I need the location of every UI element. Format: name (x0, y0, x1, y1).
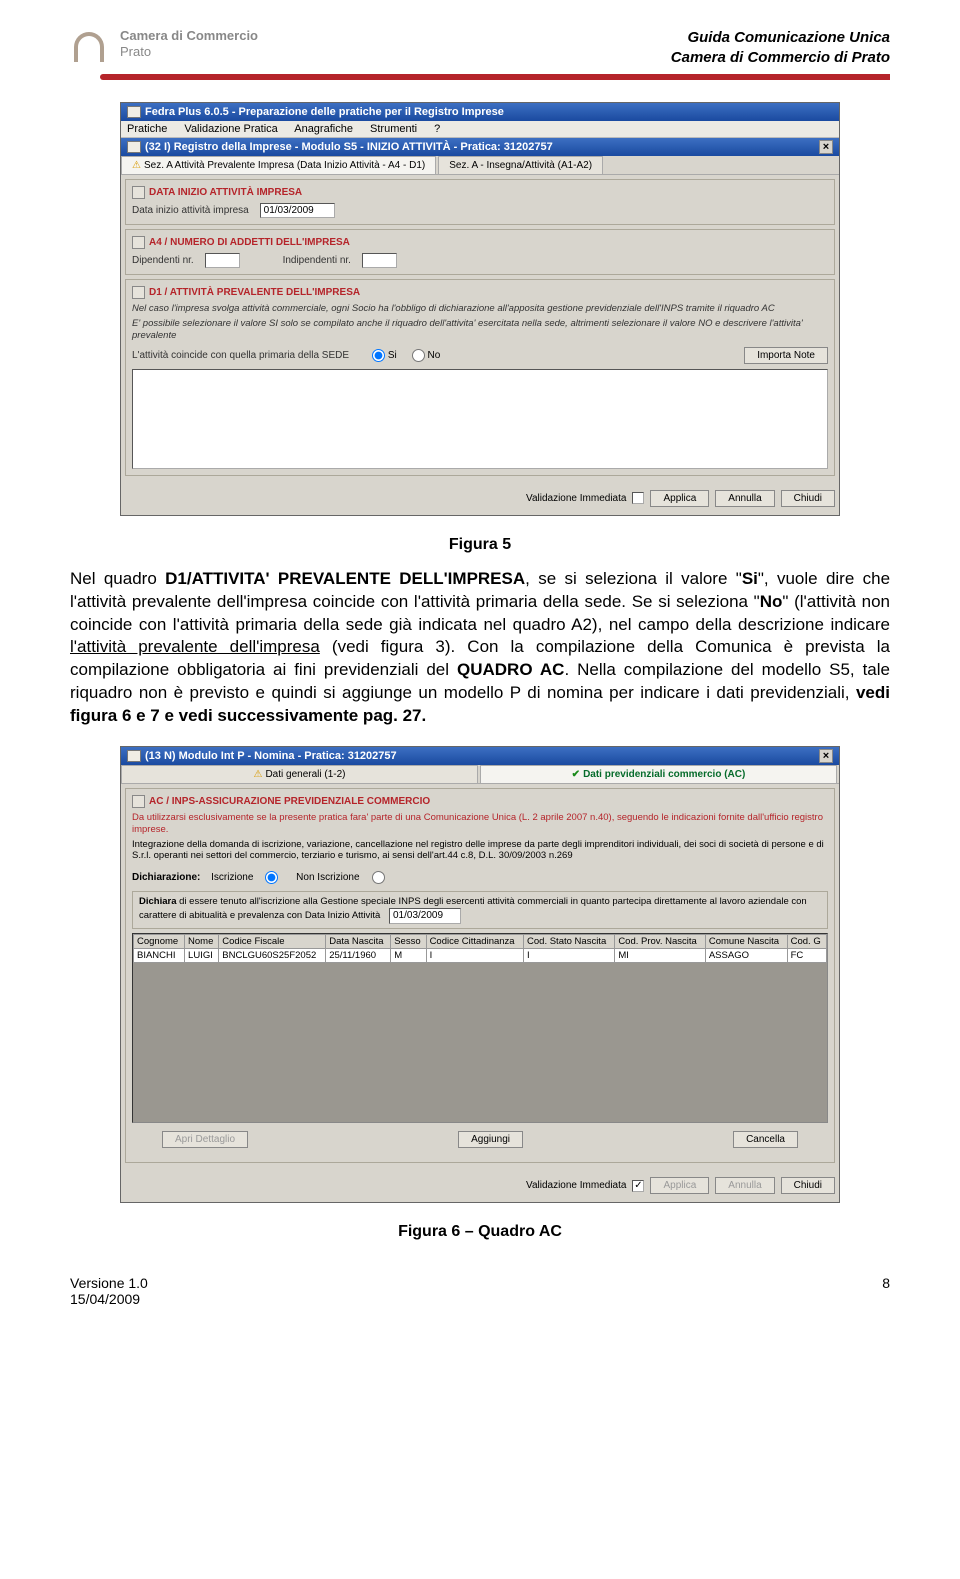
sub-window-title: (32 I) Registro della Imprese - Modulo S… (121, 138, 839, 156)
tab-sez-a-insegna[interactable]: Sez. A - Insegna/Attività (A1-A2) (438, 156, 603, 174)
header-right-line1: Guida Comunicazione Unica (671, 28, 890, 48)
header-underline (100, 74, 890, 80)
cancella-button[interactable]: Cancella (733, 1131, 798, 1148)
table-header-row: Cognome Nome Codice Fiscale Data Nascita… (134, 935, 827, 949)
pin-icon[interactable] (132, 795, 145, 808)
logo-arch-icon (70, 28, 110, 74)
applica-button[interactable]: Applica (650, 490, 709, 507)
label-dichiarazione: Dichiarazione: (132, 872, 200, 883)
label-indipendenti: Indipendenti nr. (283, 255, 351, 266)
label-non-iscrizione: Non Iscrizione (296, 872, 359, 883)
close-icon[interactable]: × (819, 749, 833, 763)
sub-title-text: (32 I) Registro della Imprese - Modulo S… (145, 141, 553, 153)
panel-title: AC / INPS-ASSICURAZIONE PREVIDENZIALE CO… (149, 796, 430, 807)
caption-figura-5: Figura 5 (70, 536, 890, 554)
note-inps: Nel caso l'impresa svolga attività comme… (132, 303, 828, 315)
menu-pratiche[interactable]: Pratiche (127, 123, 167, 135)
checkbox-validazione[interactable]: ✓ (632, 1180, 644, 1192)
menu-validazione[interactable]: Validazione Pratica (184, 123, 277, 135)
label-iscrizione: Iscrizione (211, 872, 253, 883)
panel-addetti: A4 / NUMERO DI ADDETTI DELL'IMPRESA Dipe… (125, 229, 835, 275)
label-data-inizio: Data inizio attività impresa (132, 205, 249, 216)
caption-figura-6: Figura 6 – Quadro AC (70, 1223, 890, 1241)
chiudi-button[interactable]: Chiudi (781, 490, 835, 507)
black-note: Integrazione della domanda di iscrizione… (132, 839, 828, 862)
screenshot-figura-5: Fedra Plus 6.0.5 - Preparazione delle pr… (120, 102, 840, 516)
logo-line2: Prato (120, 44, 258, 60)
menu-bar: Pratiche Validazione Pratica Anagrafiche… (121, 121, 839, 138)
text-dichiara: di essere tenuto all'iscrizione alla Ges… (139, 896, 807, 921)
tab-dati-previdenziali[interactable]: Dati previdenziali commercio (AC) (480, 765, 837, 783)
label-no: No (428, 350, 441, 361)
doc-icon (127, 750, 141, 762)
input-dipendenti[interactable] (205, 253, 240, 268)
bottom-bar: Validazione Immediata Applica Annulla Ch… (121, 484, 839, 515)
data-grid[interactable]: Cognome Nome Codice Fiscale Data Nascita… (132, 933, 828, 1123)
pin-icon[interactable] (132, 286, 145, 299)
header-right: Guida Comunicazione Unica Camera di Comm… (671, 28, 890, 67)
table-row[interactable]: BIANCHI LUIGI BNCLGU60S25F2052 25/11/196… (134, 949, 827, 963)
coincide-prompt: L'attività coincide con quella primaria … (132, 350, 349, 361)
radio-no[interactable] (412, 349, 425, 362)
applica-button[interactable]: Applica (650, 1177, 709, 1194)
note-si-no: E' possibile selezionare il valore SI so… (132, 318, 828, 342)
page-footer: Versione 1.0 15/04/2009 8 (70, 1255, 890, 1307)
radio-non-iscrizione[interactable] (372, 871, 385, 884)
descrizione-textarea[interactable] (132, 369, 828, 469)
chiudi-button[interactable]: Chiudi (781, 1177, 835, 1194)
panel-ac-inps: AC / INPS-ASSICURAZIONE PREVIDENZIALE CO… (125, 788, 835, 1163)
page-header: Camera di Commercio Prato Guida Comunica… (70, 28, 890, 74)
tab-strip: Dati generali (1-2) Dati previdenziali c… (121, 765, 839, 784)
importa-note-button[interactable]: Importa Note (744, 347, 828, 364)
title-text: Fedra Plus 6.0.5 - Preparazione delle pr… (145, 106, 504, 118)
panel-title: DATA INIZIO ATTIVITÀ IMPRESA (149, 187, 302, 198)
input-indipendenti[interactable] (362, 253, 397, 268)
annulla-button[interactable]: Annulla (715, 490, 774, 507)
menu-strumenti[interactable]: Strumenti (370, 123, 417, 135)
input-data-inizio-attivita[interactable]: 01/03/2009 (389, 908, 461, 925)
panel-title: D1 / ATTIVITÀ PREVALENTE DELL'IMPRESA (149, 287, 360, 298)
tab-dati-generali[interactable]: Dati generali (1-2) (121, 765, 478, 783)
pin-icon[interactable] (132, 186, 145, 199)
apri-dettaglio-button[interactable]: Apri Dettaglio (162, 1131, 248, 1148)
footer-version: Versione 1.0 (70, 1275, 148, 1291)
annulla-button[interactable]: Annulla (715, 1177, 774, 1194)
red-note: Da utilizzarsi esclusivamente se la pres… (132, 812, 828, 835)
menu-anagrafiche[interactable]: Anagrafiche (294, 123, 353, 135)
logo: Camera di Commercio Prato (70, 28, 258, 74)
label-si: Si (388, 350, 397, 361)
checkbox-validazione[interactable] (632, 492, 644, 504)
close-icon[interactable]: × (819, 140, 833, 154)
input-data-inizio[interactable]: 01/03/2009 (260, 203, 335, 218)
tab-strip: Sez. A Attività Prevalente Impresa (Data… (121, 156, 839, 175)
bottom-bar: Validazione Immediata ✓ Applica Annulla … (121, 1171, 839, 1202)
body-paragraph: Nel quadro D1/ATTIVITA' PREVALENTE DELL'… (70, 568, 890, 729)
screenshot-figura-6: (13 N) Modulo Int P - Nomina - Pratica: … (120, 746, 840, 1203)
label-validazione: Validazione Immediata (526, 1180, 626, 1191)
window-title: Fedra Plus 6.0.5 - Preparazione delle pr… (121, 103, 839, 121)
tab-sez-a-prevalente[interactable]: Sez. A Attività Prevalente Impresa (Data… (121, 156, 436, 174)
panel-d1-attivita: D1 / ATTIVITÀ PREVALENTE DELL'IMPRESA Ne… (125, 279, 835, 476)
label-dichiara: Dichiara (139, 896, 177, 907)
panel-data-inizio: DATA INIZIO ATTIVITÀ IMPRESA Data inizio… (125, 179, 835, 225)
radio-si[interactable] (372, 349, 385, 362)
menu-help[interactable]: ? (434, 123, 440, 135)
label-validazione: Validazione Immediata (526, 493, 626, 504)
header-right-line2: Camera di Commercio di Prato (671, 48, 890, 68)
pin-icon[interactable] (132, 236, 145, 249)
panel-title: A4 / NUMERO DI ADDETTI DELL'IMPRESA (149, 237, 350, 248)
label-dipendenti: Dipendenti nr. (132, 255, 194, 266)
sub-title-text: (13 N) Modulo Int P - Nomina - Pratica: … (145, 750, 397, 762)
aggiungi-button[interactable]: Aggiungi (458, 1131, 523, 1148)
logo-line1: Camera di Commercio (120, 28, 258, 44)
footer-page: 8 (882, 1275, 890, 1307)
doc-icon (127, 141, 141, 153)
radio-iscrizione[interactable] (265, 871, 278, 884)
footer-date: 15/04/2009 (70, 1291, 148, 1307)
sub-window-title: (13 N) Modulo Int P - Nomina - Pratica: … (121, 747, 839, 765)
app-icon (127, 106, 141, 118)
